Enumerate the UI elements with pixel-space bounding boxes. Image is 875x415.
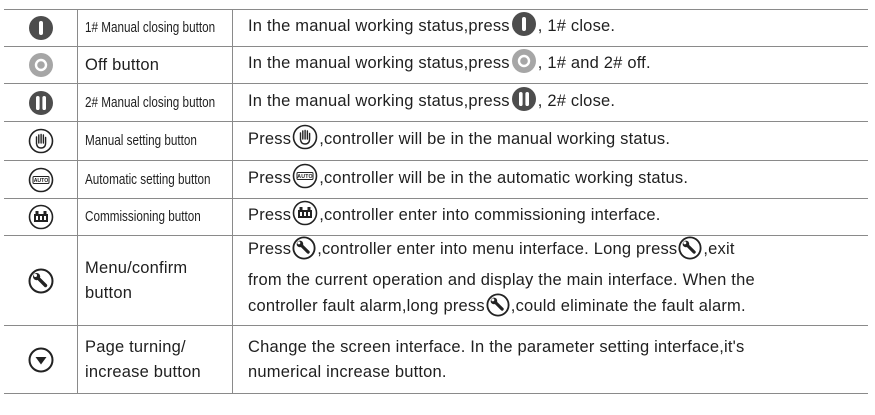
table-row: 1# Manual closing button In the manual w… <box>4 9 869 47</box>
off-icon <box>28 52 54 78</box>
auto-icon: AUTO <box>292 163 318 197</box>
wrench-icon <box>292 236 316 268</box>
icon-cell <box>4 325 78 394</box>
icon-cell <box>4 198 78 236</box>
icon-cell <box>4 121 78 161</box>
desc-cell: In the manual working status,press, 1# c… <box>233 10 869 47</box>
hand-icon <box>28 128 54 154</box>
off-icon <box>511 48 537 82</box>
desc-cell: Press AUTO ,controller will be in the auto… <box>233 161 869 199</box>
table-row: Menu/confirm button Press ,controller ent… <box>4 235 869 326</box>
table-row: 2# Manual closing button In the manual w… <box>4 83 869 122</box>
desc-line: Change the screen interface. In the para… <box>248 337 745 356</box>
icon-cell <box>4 9 78 47</box>
desc-line: from the current operation and display t… <box>248 271 755 289</box>
icon-cell <box>4 235 78 326</box>
icon-cell <box>4 83 78 122</box>
svg-text:AUTO: AUTO <box>33 178 48 184</box>
wrench-icon <box>678 236 702 268</box>
commission-icon <box>292 200 318 234</box>
table-row: Off button In the manual working status,… <box>4 46 869 84</box>
wrench-icon <box>486 293 510 325</box>
wrench-icon <box>28 268 54 294</box>
desc-cell: Press ,controller will be in the manual w… <box>233 122 869 161</box>
svg-text:AUTO: AUTO <box>297 174 312 180</box>
manual-close-1-icon <box>28 15 54 41</box>
name-cell: Off button <box>77 46 233 84</box>
auto-icon: AUTO <box>28 167 54 193</box>
table-row: Manual setting button Press ,controller w… <box>4 121 869 161</box>
down-arrow-icon <box>28 347 54 373</box>
hand-icon <box>292 124 318 158</box>
table-row: Commissioning button Press ,controller en… <box>4 198 869 236</box>
desc-line: numerical increase button. <box>248 362 447 381</box>
name-cell: Automatic setting button <box>77 160 233 199</box>
manual-close-1-icon <box>511 11 537 45</box>
name-cell: 1# Manual closing button <box>77 9 233 47</box>
desc-cell: In the manual working status,press, 1# a… <box>233 47 869 84</box>
desc-cell: Press ,controller enter into menu interfa… <box>233 236 869 326</box>
key-function-table: 1# Manual closing button In the manual w… <box>4 9 868 394</box>
name-cell: Manual setting button <box>77 121 233 161</box>
name-cell: Page turning/ increase button <box>77 325 233 394</box>
desc-line: Press ,controller enter into menu interfa… <box>248 236 868 268</box>
desc-cell: Change the screen interface. In the para… <box>233 326 869 394</box>
icon-cell: AUTO <box>4 160 78 199</box>
desc-cell: In the manual working status,press, 2# c… <box>233 84 869 122</box>
commission-icon <box>28 204 54 230</box>
table-row: AUTO Automatic setting button Press AUTO,… <box>4 160 869 199</box>
table-row: Page turning/ increase button Change the… <box>4 325 869 394</box>
name-cell: 2# Manual closing button <box>77 83 233 122</box>
name-cell: Menu/confirm button <box>77 235 233 326</box>
desc-line: controller fault alarm,long press ,could … <box>248 293 868 325</box>
name-cell: Commissioning button <box>77 198 233 236</box>
desc-cell: Press ,controller enter into commissionin… <box>233 199 869 236</box>
icon-cell <box>4 46 78 84</box>
manual-close-2-icon <box>28 90 54 116</box>
manual-close-2-icon <box>511 86 537 120</box>
